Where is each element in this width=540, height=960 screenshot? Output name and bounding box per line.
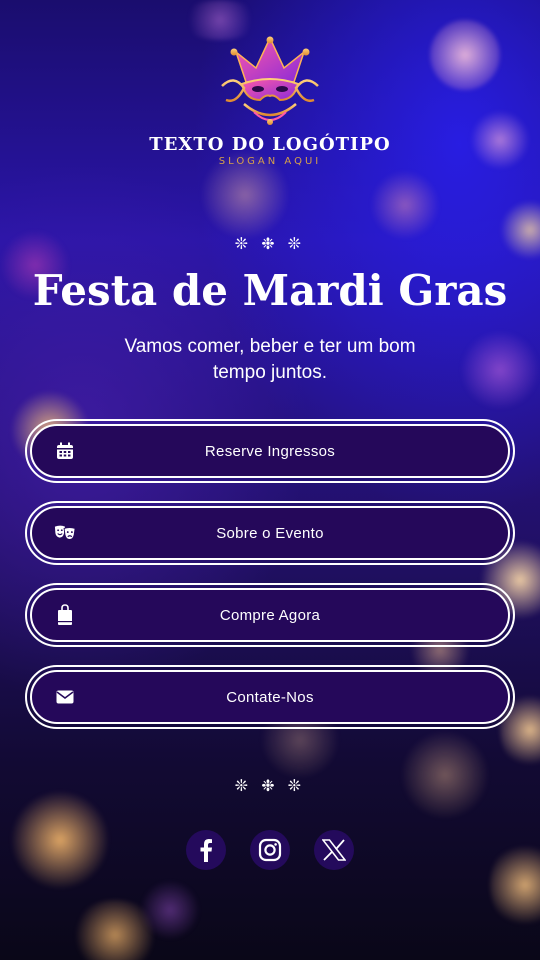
button-body[interactable]: Reserve Ingressos <box>30 424 510 478</box>
button-body[interactable]: Contate-Nos <box>30 670 510 724</box>
calendar-icon <box>54 440 76 462</box>
ornament-top: ❊ ❉ ❊ <box>234 234 306 253</box>
facebook-link[interactable] <box>186 830 226 870</box>
button-label: Reserve Ingressos <box>204 442 336 460</box>
button-body[interactable]: Compre Agora <box>30 588 510 642</box>
about-event-button[interactable]: Sobre o Evento <box>25 501 515 565</box>
page-subtitle: Vamos comer, beber e ter um bom tempo ju… <box>124 336 416 383</box>
jester-mask-icon <box>221 36 319 125</box>
theater-masks-icon <box>54 522 76 544</box>
button-label: Contate-Nos <box>226 688 314 706</box>
shopping-bag-icon <box>54 604 76 626</box>
button-label: Compre Agora <box>219 606 321 624</box>
logo-slogan: SLOGAN AQUI <box>218 156 322 167</box>
x-icon <box>322 839 346 861</box>
envelope-icon <box>54 686 76 708</box>
buy-now-button[interactable]: Compre Agora <box>25 583 515 647</box>
link-page: TEXTO DO LOGÓTIPO SLOGAN AQUI ❊ ❉ ❊ Fest… <box>0 0 540 960</box>
social-links <box>0 830 540 870</box>
button-label: Sobre o Evento <box>216 524 324 542</box>
instagram-icon <box>258 838 282 862</box>
facebook-icon <box>200 839 212 862</box>
page-title: Festa de Mardi Gras <box>32 266 508 315</box>
button-body[interactable]: Sobre o Evento <box>30 506 510 560</box>
instagram-link[interactable] <box>250 830 290 870</box>
x-link[interactable] <box>314 830 354 870</box>
logo-text: TEXTO DO LOGÓTIPO <box>149 134 391 155</box>
logo-block: TEXTO DO LOGÓTIPO SLOGAN AQUI <box>0 34 540 167</box>
ornament-bottom: ❊ ❉ ❊ <box>234 776 306 795</box>
contact-us-button[interactable]: Contate-Nos <box>25 665 515 729</box>
reserve-tickets-button[interactable]: Reserve Ingressos <box>25 419 515 483</box>
